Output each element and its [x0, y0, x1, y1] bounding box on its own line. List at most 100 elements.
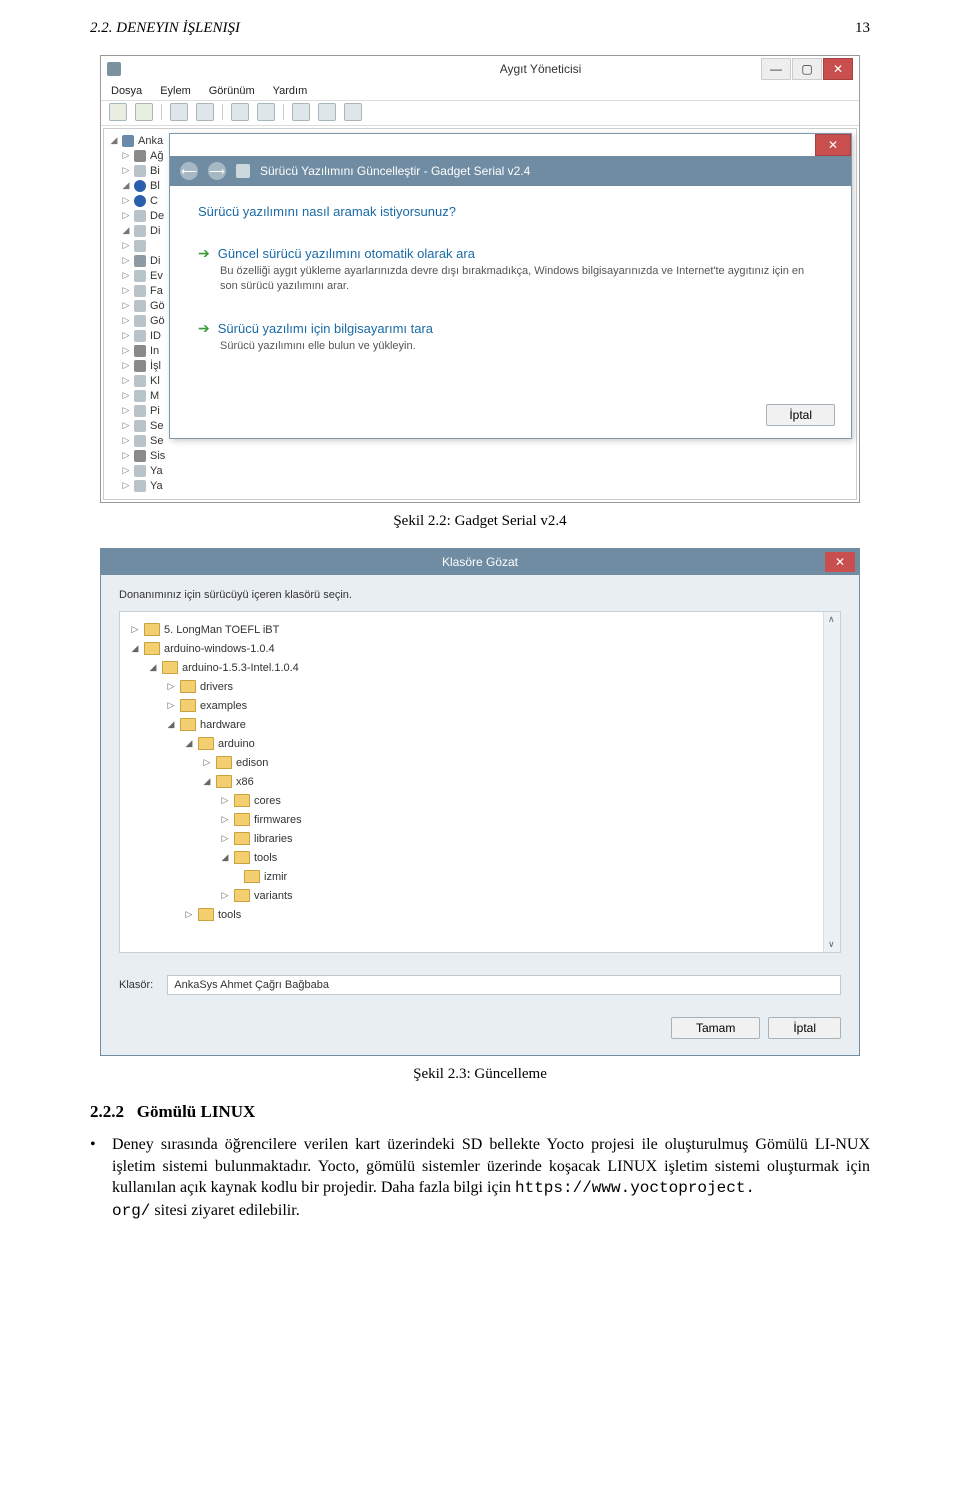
expand-icon[interactable]: ▷ [122, 270, 130, 281]
device-label: Di [150, 225, 160, 237]
folder-row[interactable]: ◢x86 [126, 772, 834, 791]
folder-label: arduino-windows-1.0.4 [164, 643, 275, 655]
folder-row[interactable]: ◢ hardware [126, 715, 834, 734]
toolbar-icon[interactable] [231, 103, 249, 121]
menu-help[interactable]: Yardım [273, 85, 308, 97]
expand-icon[interactable]: ◢ [130, 643, 140, 654]
folder-label: variants [254, 890, 293, 902]
expand-icon[interactable]: ▷ [122, 345, 130, 356]
menu-bar[interactable]: Dosya Eylem Görünüm Yardım [101, 82, 859, 100]
expand-icon[interactable]: ▷ [166, 681, 176, 692]
folder-row[interactable]: ◢tools [126, 848, 834, 867]
wizard-cancel-button[interactable]: İptal [766, 404, 835, 426]
expand-icon[interactable]: ▷ [122, 390, 130, 401]
expand-icon[interactable]: ◢ [122, 225, 130, 236]
folder-row[interactable]: ▷firmwares [126, 810, 834, 829]
wizard-option-browse[interactable]: ➔ Sürücü yazılımı için bilgisayarımı tar… [198, 320, 823, 354]
close-button[interactable]: ✕ [823, 58, 853, 80]
folder-label: cores [254, 795, 281, 807]
expand-icon[interactable]: ▷ [122, 150, 130, 161]
folder-row[interactable]: ▷drivers [126, 677, 834, 696]
expand-icon[interactable]: ▷ [122, 435, 130, 446]
folder-row[interactable]: izmir [126, 867, 834, 886]
expand-icon[interactable]: ▷ [122, 480, 130, 491]
expand-icon[interactable]: ▷ [122, 195, 130, 206]
folder-input[interactable]: AnkaSys Ahmet Çağrı Bağbaba [167, 975, 841, 995]
folder-row[interactable]: ▷ cores [126, 791, 834, 810]
wizard-option-auto[interactable]: ➔ Güncel sürücü yazılımını otomatik olar… [198, 245, 823, 294]
folder-row[interactable]: ▷libraries [126, 829, 834, 848]
expand-icon[interactable]: ▷ [220, 814, 230, 825]
scrollbar[interactable] [823, 612, 840, 952]
maximize-button[interactable]: ▢ [792, 58, 822, 80]
expand-icon[interactable]: ◢ [122, 180, 130, 191]
menu-action[interactable]: Eylem [160, 85, 191, 97]
minimize-button[interactable]: — [761, 58, 791, 80]
expand-icon[interactable]: ◢ [110, 135, 118, 146]
menu-file[interactable]: Dosya [111, 85, 142, 97]
section-title: 2.2.2 Gömülü LINUX [90, 1101, 870, 1124]
expand-icon[interactable]: ▷ [122, 420, 130, 431]
figure-caption-2: Şekil 2.3: Güncelleme [0, 1066, 960, 1083]
expand-icon[interactable]: ▷ [122, 285, 130, 296]
folder-icon [234, 813, 250, 826]
folder-row[interactable]: ◢ arduino-windows-1.0.4 [126, 639, 834, 658]
expand-icon[interactable]: ▷ [184, 909, 194, 920]
tree-row[interactable]: ▷Ya [122, 478, 850, 493]
browse-folder-close-button[interactable]: ✕ [825, 552, 855, 572]
folder-row[interactable]: ▷tools [126, 905, 834, 924]
wizard-back-icon[interactable]: ⟵ [180, 162, 198, 180]
folder-row[interactable]: ▷examples [126, 696, 834, 715]
expand-icon[interactable]: ▷ [220, 833, 230, 844]
menu-view[interactable]: Görünüm [209, 85, 255, 97]
wizard-forward-icon: ⟶ [208, 162, 226, 180]
expand-icon[interactable]: ▷ [122, 450, 130, 461]
toolbar-icon[interactable] [292, 103, 310, 121]
toolbar-icon[interactable] [170, 103, 188, 121]
expand-icon[interactable]: ◢ [166, 719, 176, 730]
back-icon[interactable] [109, 103, 127, 121]
expand-icon[interactable]: ▷ [202, 757, 212, 768]
expand-icon[interactable]: ◢ [202, 776, 212, 787]
device-icon [134, 255, 146, 267]
expand-icon[interactable]: ▷ [122, 240, 130, 251]
toolbar-icon[interactable] [318, 103, 336, 121]
expand-icon[interactable]: ▷ [122, 360, 130, 371]
ok-button[interactable]: Tamam [671, 1017, 760, 1039]
device-manager-title: Aygıt Yöneticisi [500, 62, 582, 76]
expand-icon[interactable]: ◢ [220, 852, 230, 863]
folder-label: hardware [200, 719, 246, 731]
folder-tree[interactable]: ▷5. LongMan TOEFL iBT ◢ arduino-windows-1.… [119, 611, 841, 953]
expand-icon[interactable]: ▷ [122, 405, 130, 416]
toolbar-icon[interactable] [196, 103, 214, 121]
expand-icon[interactable]: ▷ [122, 315, 130, 326]
expand-icon[interactable]: ▷ [122, 465, 130, 476]
device-manager-window: Aygıt Yöneticisi — ▢ ✕ Dosya Eylem Görün… [100, 55, 860, 503]
expand-icon[interactable]: ◢ [148, 662, 158, 673]
expand-icon[interactable]: ▷ [130, 624, 140, 635]
folder-row[interactable]: ▷5. LongMan TOEFL iBT [126, 620, 834, 639]
folder-row[interactable]: ▷ variants [126, 886, 834, 905]
expand-icon[interactable]: ▷ [166, 700, 176, 711]
tree-row[interactable]: ▷Ya [122, 463, 850, 478]
expand-icon[interactable]: ▷ [122, 210, 130, 221]
expand-icon[interactable]: ▷ [122, 375, 130, 386]
folder-row[interactable]: ◢arduino-1.5.3-Intel.1.0.4 [126, 658, 834, 677]
cancel-button[interactable]: İptal [768, 1017, 841, 1039]
device-label: Bi [150, 165, 160, 177]
folder-row[interactable]: ◢arduino [126, 734, 834, 753]
expand-icon[interactable]: ◢ [184, 738, 194, 749]
expand-icon[interactable]: ▷ [220, 890, 230, 901]
expand-icon[interactable]: ▷ [122, 330, 130, 341]
wizard-title: Sürücü Yazılımını Güncelleştir - Gadget … [260, 164, 530, 178]
expand-icon[interactable]: ▷ [122, 255, 130, 266]
tree-row[interactable]: ▷Sis [122, 448, 850, 463]
forward-icon[interactable] [135, 103, 153, 121]
wizard-close-button[interactable]: ✕ [815, 134, 851, 156]
toolbar-icon[interactable] [257, 103, 275, 121]
expand-icon[interactable]: ▷ [220, 795, 230, 806]
expand-icon[interactable]: ▷ [122, 300, 130, 311]
toolbar-icon[interactable] [344, 103, 362, 121]
folder-row[interactable]: ▷edison [126, 753, 834, 772]
expand-icon[interactable]: ▷ [122, 165, 130, 176]
